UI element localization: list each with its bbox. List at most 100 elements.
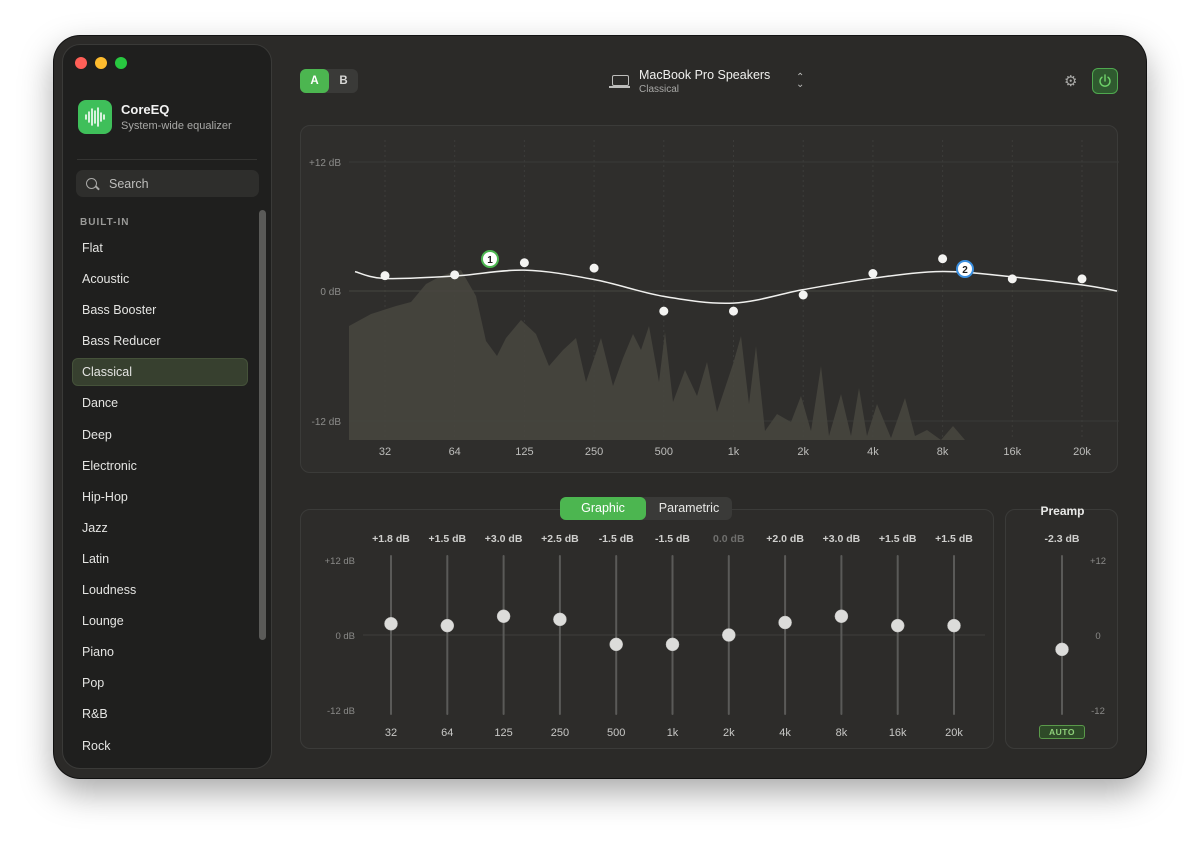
band-node[interactable]: [1007, 274, 1017, 284]
search-field[interactable]: [76, 170, 259, 197]
band-node[interactable]: [659, 306, 669, 316]
slider-thumb[interactable]: [384, 617, 398, 631]
preamp-thumb[interactable]: [1055, 642, 1069, 657]
sidebar-item-loudness[interactable]: Loudness: [72, 576, 248, 604]
sidebar-item-flat[interactable]: Flat: [72, 234, 248, 262]
eq-band-16k[interactable]: +1.5 dB 16k: [879, 533, 917, 739]
preamp-title: Preamp: [1040, 504, 1085, 518]
preamp-scale-label: +12: [1090, 556, 1106, 567]
gear-icon[interactable]: ⚙: [1064, 72, 1077, 90]
sidebar-item-classical[interactable]: Classical: [72, 358, 248, 387]
sidebar-item-rock[interactable]: Rock: [72, 732, 248, 760]
eq-band-125[interactable]: +3.0 dB 125: [485, 533, 523, 739]
eq-band-64[interactable]: +1.5 dB 64: [428, 533, 466, 739]
preamp-gain-label: -2.3 dB: [1044, 533, 1079, 545]
slider-thumb[interactable]: [722, 628, 736, 642]
sidebar-scrollbar[interactable]: [259, 210, 266, 640]
output-device-preset: Classical: [639, 84, 680, 95]
power-button[interactable]: [1092, 68, 1118, 94]
marker-label: 1: [487, 255, 493, 266]
slider-thumb[interactable]: [440, 618, 455, 633]
band-node[interactable]: [1077, 274, 1087, 284]
eq-band-1k[interactable]: -1.5 dB 1k: [655, 533, 690, 739]
eq-band-500[interactable]: -1.5 dB 500: [599, 533, 634, 739]
band-marker-2[interactable]: 2: [956, 260, 974, 278]
sidebar-divider: [77, 159, 257, 160]
band-node[interactable]: [938, 254, 948, 264]
sidebar-item-hip-hop[interactable]: Hip-Hop: [72, 483, 248, 511]
band-gain-label: +2.0 dB: [766, 533, 804, 545]
tab-parametric[interactable]: Parametric: [646, 497, 732, 520]
band-node[interactable]: [519, 258, 529, 268]
band-node[interactable]: [380, 271, 390, 281]
band-gain-label: +1.8 dB: [372, 533, 410, 545]
band-node[interactable]: [868, 269, 878, 278]
band-gain-label: +2.5 dB: [541, 533, 579, 545]
band-node[interactable]: [798, 290, 808, 300]
band-freq-label: 32: [385, 727, 397, 739]
eq-band-32[interactable]: +1.8 dB 32: [372, 533, 410, 739]
freq-label: 250: [585, 446, 603, 458]
band-gain-label: +3.0 dB: [823, 533, 861, 545]
band-gain-label: +1.5 dB: [428, 533, 466, 545]
band-node[interactable]: [450, 270, 460, 280]
slider-thumb[interactable]: [496, 609, 511, 623]
preamp-auto-button[interactable]: AUTO: [1039, 725, 1085, 739]
ab-button-b[interactable]: B: [329, 69, 358, 93]
sidebar-item-acoustic[interactable]: Acoustic: [72, 265, 248, 293]
slider-thumb[interactable]: [665, 637, 680, 652]
slider-thumb[interactable]: [947, 618, 961, 633]
eq-band-2k[interactable]: 0.0 dB 2k: [713, 533, 745, 739]
db-label: +12 dB: [309, 158, 341, 169]
minimize-window-button[interactable]: [95, 57, 107, 69]
eq-band-20k[interactable]: +1.5 dB 20k: [935, 533, 973, 739]
eq-scale-label: -12 dB: [327, 706, 355, 717]
band-node[interactable]: [589, 263, 599, 273]
band-freq-label: 2k: [723, 727, 735, 739]
search-input[interactable]: [107, 175, 251, 192]
sidebar-item-latin[interactable]: Latin: [72, 545, 248, 573]
slider-thumb[interactable]: [553, 612, 567, 627]
eq-band-250[interactable]: +2.5 dB 250: [541, 533, 579, 739]
chevron-updown-icon[interactable]: ⌃ ⌄: [796, 73, 804, 90]
eq-band-8k[interactable]: +3.0 dB 8k: [823, 533, 861, 739]
sidebar: CoreEQ System-wide equalizer BUILT-IN Fl…: [62, 44, 272, 769]
eq-band-4k[interactable]: +2.0 dB 4k: [766, 533, 804, 739]
band-freq-label: 125: [494, 727, 512, 739]
freq-label: 16k: [1003, 446, 1021, 458]
band-freq-label: 250: [551, 727, 569, 739]
close-window-button[interactable]: [75, 57, 87, 69]
graphic-eq-panel: +12 dB 0 dB -12 dB +1.8 dB 32 +1.5 dB 64 +3.0 d…: [300, 509, 994, 749]
preamp-panel: Preamp -2.3 dB +12 0 -12 AUTO: [1005, 504, 1118, 749]
band-node[interactable]: [729, 306, 738, 316]
frequency-response-graph[interactable]: +12 dB 0 dB -12 dB 32 64 125 250 500 1k 2k 4k 8k 16k…: [300, 125, 1119, 473]
band-freq-label: 500: [607, 727, 625, 739]
sidebar-item-bass-reducer[interactable]: Bass Reducer: [72, 327, 248, 355]
sidebar-item-deep[interactable]: Deep: [72, 421, 248, 449]
freq-label: 64: [449, 446, 461, 458]
sidebar-item-dance[interactable]: Dance: [72, 389, 248, 417]
zoom-window-button[interactable]: [115, 57, 127, 69]
sidebar-item-bass-booster[interactable]: Bass Booster: [72, 296, 248, 324]
app-subtitle: System-wide equalizer: [121, 120, 232, 132]
band-freq-label: 20k: [945, 727, 963, 739]
slider-thumb[interactable]: [778, 615, 792, 630]
slider-thumb[interactable]: [609, 637, 623, 652]
tab-graphic[interactable]: Graphic: [560, 497, 646, 520]
sidebar-item-piano[interactable]: Piano: [72, 638, 248, 666]
band-gain-label: +1.5 dB: [935, 533, 973, 545]
sidebar-item-pop[interactable]: Pop: [72, 669, 248, 697]
sidebar-item-electronic[interactable]: Electronic: [72, 452, 248, 480]
slider-thumb[interactable]: [890, 618, 905, 633]
sidebar-item-jazz[interactable]: Jazz: [72, 514, 248, 542]
sidebar-item-small-speakers[interactable]: Small Speakers: [72, 763, 248, 764]
sidebar-item-r-b[interactable]: R&B: [72, 700, 248, 728]
marker-label: 2: [962, 265, 968, 276]
laptop-icon: [609, 75, 630, 88]
sidebar-item-lounge[interactable]: Lounge: [72, 607, 248, 635]
slider-thumb[interactable]: [834, 609, 849, 623]
ab-button-a[interactable]: A: [300, 69, 329, 93]
waveform-icon: [78, 100, 112, 134]
band-marker-1[interactable]: 1: [481, 250, 499, 268]
output-device-name[interactable]: MacBook Pro Speakers: [639, 68, 770, 82]
